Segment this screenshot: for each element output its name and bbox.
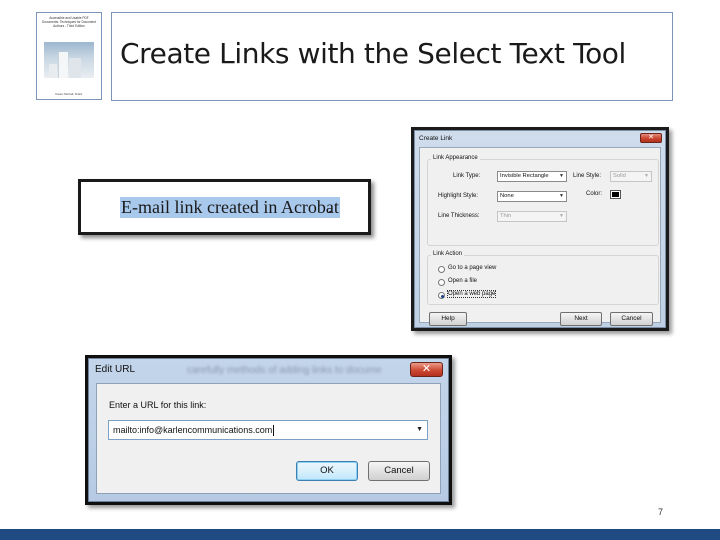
close-icon[interactable]: ✕ — [640, 133, 662, 143]
color-label: Color: — [586, 191, 603, 197]
create-link-body: Link Appearance Link Type: Invisible Rec… — [419, 147, 661, 326]
highlight-style-select[interactable]: None ▼ — [497, 191, 567, 202]
chevron-down-icon: ▼ — [644, 173, 649, 179]
url-input-value: mailto:info@karlencommunications.com — [113, 425, 273, 435]
line-thickness-select[interactable]: Thin ▼ — [497, 211, 567, 222]
ok-button[interactable]: OK — [296, 461, 358, 481]
link-appearance-label: Link Appearance — [431, 155, 480, 161]
radio-open-a-web-page[interactable] — [438, 292, 445, 299]
url-prompt-label: Enter a URL for this link: — [109, 400, 207, 410]
chevron-down-icon: ▼ — [559, 173, 564, 179]
line-style-select[interactable]: Solid ▼ — [610, 171, 652, 182]
help-button[interactable]: Help — [429, 312, 467, 326]
book-cover-image — [44, 42, 94, 78]
blurred-background-text: carefully methods of adding links to doc… — [187, 365, 382, 376]
selected-email-link-text[interactable]: E-mail link created in Acrobat — [120, 197, 340, 218]
slide-page-number: 7 — [658, 507, 664, 517]
email-link-sample: E-mail link created in Acrobat . — [78, 179, 371, 235]
radio-go-to-page-view[interactable] — [438, 266, 445, 273]
text-caret — [273, 425, 275, 437]
link-action-group: Link Action Go to a page view Open a fil… — [427, 251, 659, 305]
url-input[interactable]: mailto:info@karlencommunications.com ▼ — [108, 420, 428, 440]
highlight-style-label: Highlight Style: — [438, 193, 479, 199]
link-action-label: Link Action — [431, 251, 465, 257]
open-a-web-page-label[interactable]: Open a web page — [446, 290, 497, 298]
slide-title-box: Create Links with the Select Text Tool — [111, 12, 673, 101]
book-cover-author: Karen McCall, M.Ed. — [55, 92, 83, 96]
create-link-title: Create Link — [419, 135, 453, 142]
go-to-page-view-label[interactable]: Go to a page view — [448, 265, 496, 271]
line-style-label: Line Style: — [573, 173, 602, 179]
book-cover-thumbnail: Accessible and Usable PDF Documents: Tec… — [36, 12, 102, 100]
chevron-down-icon[interactable]: ▼ — [416, 421, 423, 439]
chevron-down-icon: ▼ — [559, 193, 564, 199]
open-a-file-label[interactable]: Open a file — [448, 278, 477, 284]
book-cover-title: Accessible and Usable PDF Documents: Tec… — [42, 16, 96, 28]
cancel-button[interactable]: Cancel — [368, 461, 430, 481]
link-type-select[interactable]: Invisible Rectangle ▼ — [497, 171, 567, 182]
next-button[interactable]: Next — [560, 312, 602, 326]
link-appearance-group: Link Appearance Link Type: Invisible Rec… — [427, 155, 659, 246]
cancel-button[interactable]: Cancel — [610, 312, 653, 326]
edit-url-screenshot: Edit URL carefully methods of adding lin… — [85, 355, 452, 505]
create-link-dialog: Create Link ✕ Link Appearance Link Type:… — [414, 130, 666, 328]
link-type-label: Link Type: — [453, 173, 481, 179]
line-thickness-label: Line Thickness: — [438, 213, 480, 219]
footer-bar — [0, 529, 720, 540]
slide-title: Create Links with the Select Text Tool — [120, 37, 626, 70]
edit-url-dialog: Edit URL carefully methods of adding lin… — [88, 358, 449, 502]
create-link-screenshot: Create Link ✕ Link Appearance Link Type:… — [411, 127, 669, 331]
edit-url-body: Enter a URL for this link: mailto:info@k… — [96, 383, 441, 494]
radio-open-a-file[interactable] — [438, 279, 445, 286]
close-icon[interactable]: ✕ — [410, 362, 443, 377]
trailing-period: . — [328, 197, 333, 217]
color-swatch[interactable] — [610, 190, 621, 199]
chevron-down-icon: ▼ — [559, 213, 564, 219]
